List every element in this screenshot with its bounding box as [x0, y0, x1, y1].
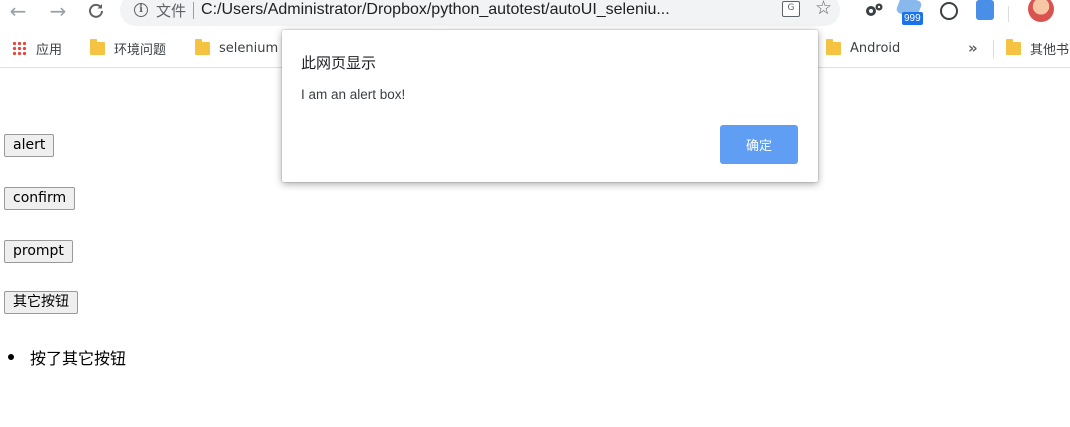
folder-icon [1006, 38, 1021, 55]
other-button[interactable]: 其它按钮 [4, 291, 78, 314]
bookmark-folder-env[interactable]: 环境问题 [90, 38, 166, 58]
bookmark-folder-other[interactable]: 其他书 [1006, 38, 1069, 58]
arrow-left-icon: ← [9, 0, 27, 23]
extension-gears-icon[interactable] [864, 2, 884, 18]
address-bar[interactable]: i 文件 C:/Users/Administrator/Dropbox/pyth… [120, 0, 840, 26]
address-separator [193, 1, 195, 19]
bookmark-label: 其他书 [1030, 42, 1070, 58]
dialog-message: I am an alert box! [301, 87, 406, 102]
bookmark-star-icon[interactable]: ☆ [815, 0, 832, 19]
bookmark-folder-android[interactable]: Android [826, 38, 900, 58]
alert-dialog: 此网页显示 I am an alert box! 确定 [282, 30, 818, 182]
reload-icon [89, 3, 103, 18]
url-text[interactable]: C:/Users/Administrator/Dropbox/python_au… [201, 1, 670, 19]
translate-icon[interactable]: G [782, 1, 800, 17]
extension-badge-count: 999 [902, 12, 923, 25]
alert-button[interactable]: alert [4, 134, 55, 157]
list-item: 按了其它按钮 [8, 345, 126, 369]
extension-badge-icon[interactable]: 999 [895, 0, 926, 28]
bookmark-label: 应用 [36, 42, 63, 58]
list-item-text: 按了其它按钮 [30, 349, 127, 368]
apps-grid-icon [12, 40, 27, 56]
bookmark-folder-selenium[interactable]: selenium [195, 38, 278, 58]
folder-icon [826, 38, 841, 55]
extension-blue-icon[interactable] [976, 0, 994, 20]
profile-avatar[interactable] [1028, 0, 1054, 22]
folder-icon [195, 38, 210, 55]
info-icon[interactable]: i [134, 3, 148, 17]
extensions-area: 999 [860, 0, 1070, 28]
extension-ring-icon[interactable] [940, 2, 958, 20]
bookmarks-overflow-button[interactable]: » [968, 38, 978, 58]
ok-button[interactable]: 确定 [720, 125, 798, 164]
confirm-button[interactable]: confirm [4, 187, 76, 210]
prompt-button[interactable]: prompt [4, 240, 73, 263]
dialog-title: 此网页显示 [301, 54, 377, 72]
bookmark-label: selenium [219, 40, 279, 56]
reload-button[interactable] [84, 0, 108, 22]
bullet-icon [8, 354, 14, 360]
bookmark-label: Android [850, 40, 901, 56]
back-button[interactable]: ← [6, 0, 30, 23]
forward-button[interactable]: → [46, 0, 70, 23]
browser-toolbar: ← → i 文件 C:/Users/Administrator/Dropbox/… [0, 0, 1070, 28]
arrow-right-icon: → [49, 0, 67, 23]
chevron-double-right-icon: » [968, 39, 978, 57]
url-scheme-label: 文件 [156, 1, 187, 20]
bookmark-apps[interactable]: 应用 [12, 38, 62, 58]
folder-icon [90, 38, 105, 55]
result-list: 按了其它按钮 [8, 345, 126, 369]
bookmark-label: 环境问题 [114, 42, 167, 58]
toolbar-divider [1008, 6, 1009, 22]
bookmarks-divider [993, 40, 994, 58]
